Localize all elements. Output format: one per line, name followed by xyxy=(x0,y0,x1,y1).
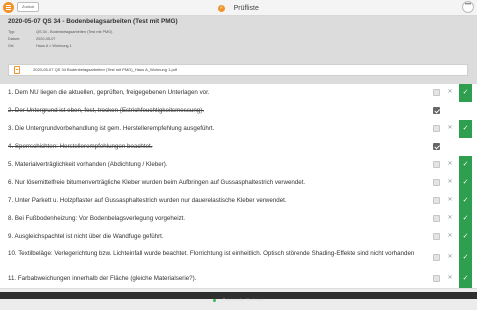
item-text: 6. Nur lösemittelfreie bitumenverträglic… xyxy=(8,179,306,186)
attachment-link[interactable]: 2020-05-07 QS 34 Bodenbelagsarbeiten (Te… xyxy=(8,64,468,76)
reject-icon[interactable]: ✕ xyxy=(446,158,454,171)
item-checkbox[interactable] xyxy=(433,233,440,240)
reject-icon[interactable]: ✕ xyxy=(446,230,454,243)
approve-icon[interactable] xyxy=(459,102,472,120)
item-checkbox[interactable] xyxy=(433,275,440,282)
approve-icon[interactable]: ✓ xyxy=(459,210,472,228)
approve-icon[interactable]: ✓ xyxy=(459,192,472,210)
reject-icon[interactable]: ✕ xyxy=(446,272,454,285)
list-item: 1. Dem NU liegen die aktuellen, geprüfte… xyxy=(0,84,477,103)
status-text: Daten wurden übertragen xyxy=(222,298,264,303)
approve-icon[interactable]: ✓ xyxy=(459,84,472,102)
item-checkbox[interactable] xyxy=(433,143,440,150)
title-area: ✓ Prüfliste xyxy=(0,0,477,15)
reject-icon[interactable]: ✕ xyxy=(446,86,454,99)
status-bar: Daten wurden übertragen xyxy=(0,292,477,303)
item-text: 11. Farbabweichungen innerhalb der Fläch… xyxy=(8,275,197,282)
item-checkbox[interactable] xyxy=(433,254,440,261)
document-header: 2020-05-07 QS 34 - Bodenbelagsarbeiten (… xyxy=(0,16,477,84)
meta-type: Typ: QS 34 - Bodenbelagsarbeiten (Test mi… xyxy=(8,30,112,34)
reject-icon[interactable]: ✕ xyxy=(446,251,454,264)
meta-value: QS 34 - Bodenbelagsarbeiten (Test mit PM… xyxy=(36,30,113,34)
meta-location: Ort: Haus A > Wohnung 1 xyxy=(8,44,72,48)
item-checkbox[interactable] xyxy=(433,107,440,114)
approve-icon[interactable]: ✓ xyxy=(459,156,472,174)
list-item: 6. Nur lösemittelfreie bitumenverträglic… xyxy=(0,174,477,193)
item-text: 9. Ausgleichspachtel ist nicht über die … xyxy=(8,233,164,240)
item-text: 3. Die Untergrundvorbehandlung ist gem. … xyxy=(8,125,215,132)
reject-icon[interactable]: ✕ xyxy=(446,194,454,207)
list-item: 9. Ausgleichspachtel ist nicht über die … xyxy=(0,228,477,247)
list-item: 4. Sperrschichten: Herstellerempfehlunge… xyxy=(0,138,477,157)
item-checkbox[interactable] xyxy=(433,197,440,204)
item-text: 4. Sperrschichten: Herstellerempfehlunge… xyxy=(8,143,153,150)
document-title: 2020-05-07 QS 34 - Bodenbelagsarbeiten (… xyxy=(8,18,178,25)
status-online-icon xyxy=(213,299,217,303)
approve-icon[interactable]: ✓ xyxy=(459,174,472,192)
item-checkbox[interactable] xyxy=(433,215,440,222)
meta-key: Typ: xyxy=(8,30,16,34)
meta-key: Ort: xyxy=(8,44,15,48)
top-bar: Zurück ✓ Prüfliste ••• xyxy=(0,0,477,16)
approve-icon[interactable]: ✓ xyxy=(459,246,472,270)
item-text: 7. Unter Parkett u. Holzpflaster auf Gus… xyxy=(8,197,287,204)
item-checkbox[interactable] xyxy=(433,125,440,132)
meta-value: 2020-05-07 xyxy=(36,37,56,41)
list-item: 11. Farbabweichungen innerhalb der Fläch… xyxy=(0,270,477,289)
more-options-icon[interactable]: ••• xyxy=(462,1,474,13)
meta-date: Datum: 2020-05-07 xyxy=(8,37,55,41)
list-item: 7. Unter Parkett u. Holzpflaster auf Gus… xyxy=(0,192,477,211)
item-text: 2. Der Untergrund ist eben, fest, trocke… xyxy=(8,107,205,114)
item-checkbox[interactable] xyxy=(433,179,440,186)
list-item: 5. Materialverträglichkeit vorhanden (Ab… xyxy=(0,156,477,175)
item-text: 10. Textilbeläge: Verlegerichtung bzw. L… xyxy=(8,250,415,257)
reject-icon[interactable]: ✕ xyxy=(446,122,454,135)
item-text: 1. Dem NU liegen die aktuellen, geprüfte… xyxy=(8,89,210,96)
reject-icon[interactable]: ✕ xyxy=(446,176,454,189)
list-item: 10. Textilbeläge: Verlegerichtung bzw. L… xyxy=(0,246,477,271)
item-checkbox[interactable] xyxy=(433,161,440,168)
meta-value: Haus A > Wohnung 1 xyxy=(36,44,72,48)
item-text: 5. Materialverträglichkeit vorhanden (Ab… xyxy=(8,161,168,168)
approve-icon[interactable] xyxy=(459,138,472,156)
checklist-icon: ✓ xyxy=(218,5,226,13)
approve-icon[interactable]: ✓ xyxy=(459,228,472,246)
item-text: 8. Bei Fußbodenheizung: Vor Bodenbelagsv… xyxy=(8,215,186,222)
approve-icon[interactable]: ✓ xyxy=(459,120,472,138)
list-item: 2. Der Untergrund ist eben, fest, trocke… xyxy=(0,102,477,121)
item-checkbox[interactable] xyxy=(433,89,440,96)
list-item: 3. Die Untergrundvorbehandlung ist gem. … xyxy=(0,120,477,139)
reject-icon[interactable]: ✕ xyxy=(446,212,454,225)
list-item: 8. Bei Fußbodenheizung: Vor Bodenbelagsv… xyxy=(0,210,477,229)
approve-icon[interactable]: ✓ xyxy=(459,270,472,288)
meta-key: Datum: xyxy=(8,37,21,41)
pdf-file-icon xyxy=(14,66,20,74)
attachment-name: 2020-05-07 QS 34 Bodenbelagsarbeiten (Te… xyxy=(33,67,178,72)
page-title: Prüfliste xyxy=(233,5,259,13)
